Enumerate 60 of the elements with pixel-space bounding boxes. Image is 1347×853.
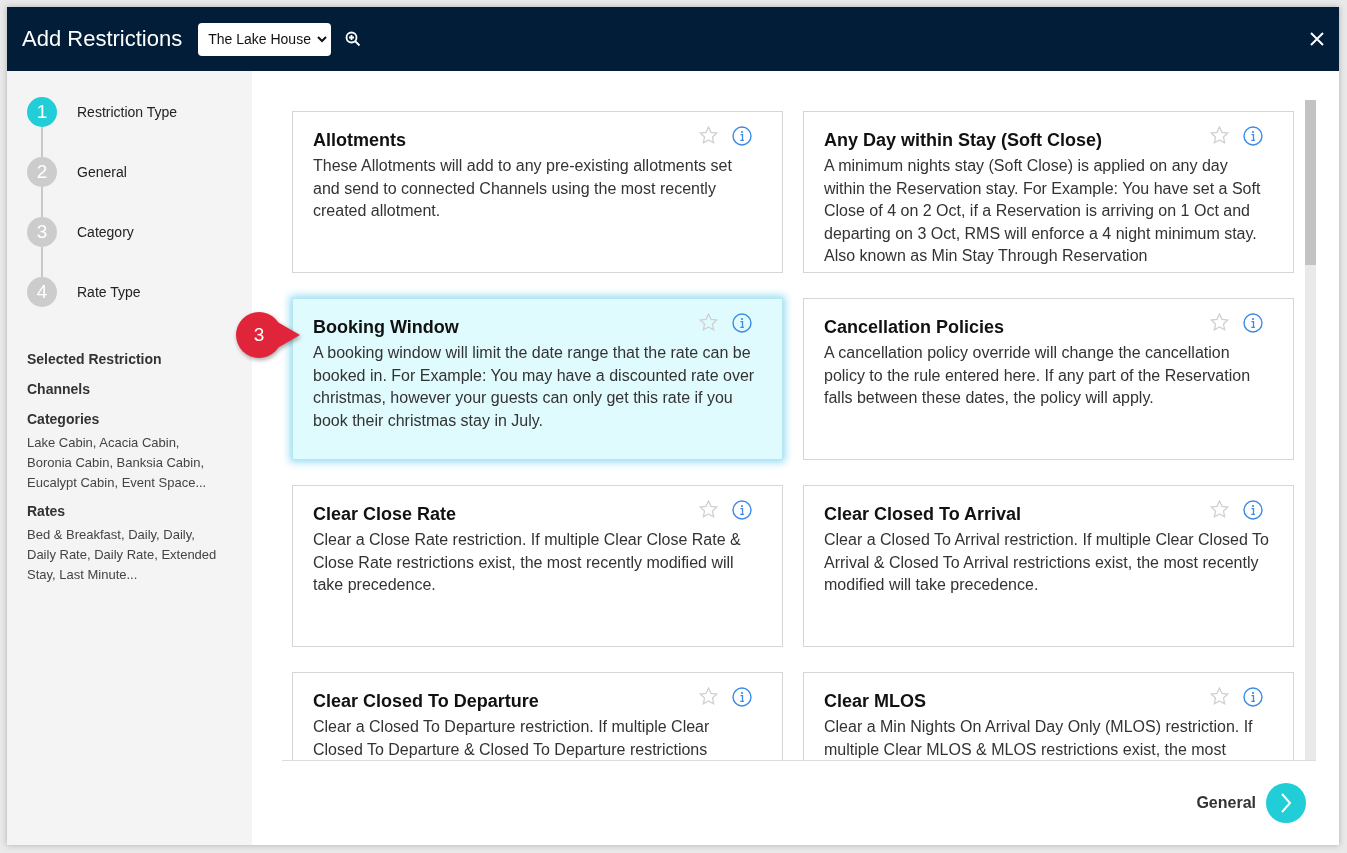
card-description: Clear a Min Nights On Arrival Day Only (MLOS) restriction. If multiple Clear MLOS & MLOS restrictions exist, the most (824, 717, 1254, 760)
info-icon[interactable] (732, 313, 752, 333)
card-description: Clear a Close Rate restriction. If multiple Clear Close Rate & Close Rate restrictions exist, the most recently modified will take precedence. (313, 530, 742, 595)
card-title: Booking Window (313, 317, 460, 338)
zoom-in-icon[interactable] (344, 31, 361, 47)
card-title: Clear MLOS (824, 691, 928, 712)
star-icon[interactable] (1210, 500, 1229, 518)
summary-heading: Selected Restriction (27, 351, 163, 367)
summary-heading: Categories (27, 411, 101, 427)
restriction-card[interactable]: Clear Close Rate Clear a Close Rate restriction. If multiple Clear Close Rate & Close Rate restrictions exist, the most recently modified will take precedence. (292, 485, 783, 647)
next-button[interactable] (1266, 783, 1306, 823)
info-icon[interactable] (1243, 126, 1263, 146)
chevron-right-icon (1280, 792, 1292, 814)
restriction-card[interactable]: Cancellation Policies A cancellation policy override will change the cancellation policy to the rule entered here. If any part of the Reservation falls between these dates, the policy will apply. (803, 298, 1294, 460)
info-icon[interactable] (732, 500, 752, 520)
star-icon[interactable] (1210, 313, 1229, 331)
card-description: Clear a Closed To Departure restriction. If multiple Clear Closed To Departure & Closed To Departure restrictions (313, 717, 711, 760)
star-icon[interactable] (699, 313, 718, 331)
restriction-card[interactable]: Clear Closed To Departure Clear a Closed To Departure restriction. If multiple Clear Closed To Departure & Closed To Departure restrictions (292, 672, 783, 760)
card-title: Clear Closed To Arrival (824, 504, 1023, 525)
card-title: Clear Close Rate (313, 504, 458, 525)
next-step-label: General (1196, 794, 1256, 812)
info-icon[interactable] (1243, 687, 1263, 707)
dialog-title: Add Restrictions (22, 26, 183, 52)
scrollbar[interactable] (1305, 100, 1316, 760)
card-description: A booking window will limit the date range that the rate can be booked in. For Example: You may have a discounted rate over christmas, however your guests can only get this rate if you book their christmas stay in July. (313, 343, 756, 431)
step-label: General (77, 164, 127, 180)
step-label: Category (77, 224, 134, 240)
card-description: A cancellation policy override will change the cancellation policy to the rule entered here. If any part of the Reservation falls between these dates, the policy will apply. (824, 343, 1252, 408)
chevron-down-icon (316, 35, 327, 43)
card-title: Clear Closed To Departure (313, 691, 540, 712)
card-title: Allotments (313, 130, 407, 151)
restriction-card[interactable]: Allotments These Allotments will add to any pre-existing allotments set and send to connected Channels using the most recently created allotment. (292, 111, 783, 273)
close-icon[interactable] (1310, 32, 1324, 46)
summary-heading: Channels (27, 381, 91, 397)
restriction-card[interactable]: Clear Closed To Arrival Clear a Closed To Arrival restriction. If multiple Clear Closed To Arrival & Closed To Arrival restrictions exist, the most recently modified will take precedence. (803, 485, 1294, 647)
step-label: Rate Type (77, 284, 141, 300)
property-select[interactable]: The Lake House (198, 22, 331, 56)
card-title: Cancellation Policies (824, 317, 1006, 338)
star-icon[interactable] (699, 126, 718, 144)
star-icon[interactable] (1210, 687, 1229, 705)
info-icon[interactable] (732, 687, 752, 707)
info-icon[interactable] (1243, 313, 1263, 333)
info-icon[interactable] (1243, 500, 1263, 520)
star-icon[interactable] (699, 500, 718, 518)
card-description: Clear a Closed To Arrival restriction. If multiple Clear Closed To Arrival & Closed To Arrival restrictions exist, the most recently modified will take precedence. (824, 530, 1270, 595)
restriction-card[interactable] (292, 298, 783, 460)
info-icon[interactable] (732, 126, 752, 146)
restriction-card[interactable] (803, 111, 1294, 273)
star-icon[interactable] (1210, 126, 1229, 144)
summary-text: Lake Cabin, Acacia Cabin, Boronia Cabin, Banksia Cabin, Eucalypt Cabin, Event Space... (27, 434, 208, 492)
star-icon[interactable] (699, 687, 718, 705)
restriction-card[interactable]: Clear MLOS Clear a Min Nights On Arrival Day Only (MLOS) restriction. If multiple Clear MLOS & MLOS restrictions exist, the most (803, 672, 1294, 760)
step-label: Restriction Type (77, 104, 178, 120)
summary-text: Bed & Breakfast, Daily, Daily, Daily Rate, Daily Rate, Extended Stay, Last Minute... (27, 526, 217, 584)
step-number: 1 (27, 97, 57, 127)
card-description: A minimum nights stay (Soft Close) is applied on any day within the Reservation stay. For Example: You have set a Soft Close of 4 on 2 Oct, if a Reservation is arriving on 1 Oct and departing on 3 Oct, RMS will enforce a 4 night minimum stay. Also known as Min Stay Through Reservation (824, 156, 1262, 266)
card-title: Any Day within Stay (Soft Close) (824, 130, 1104, 151)
card-description: These Allotments will add to any pre-existing allotments set and send to connected Channels using the most recently created allotment. (313, 156, 733, 221)
summary-heading: Rates (27, 503, 67, 519)
